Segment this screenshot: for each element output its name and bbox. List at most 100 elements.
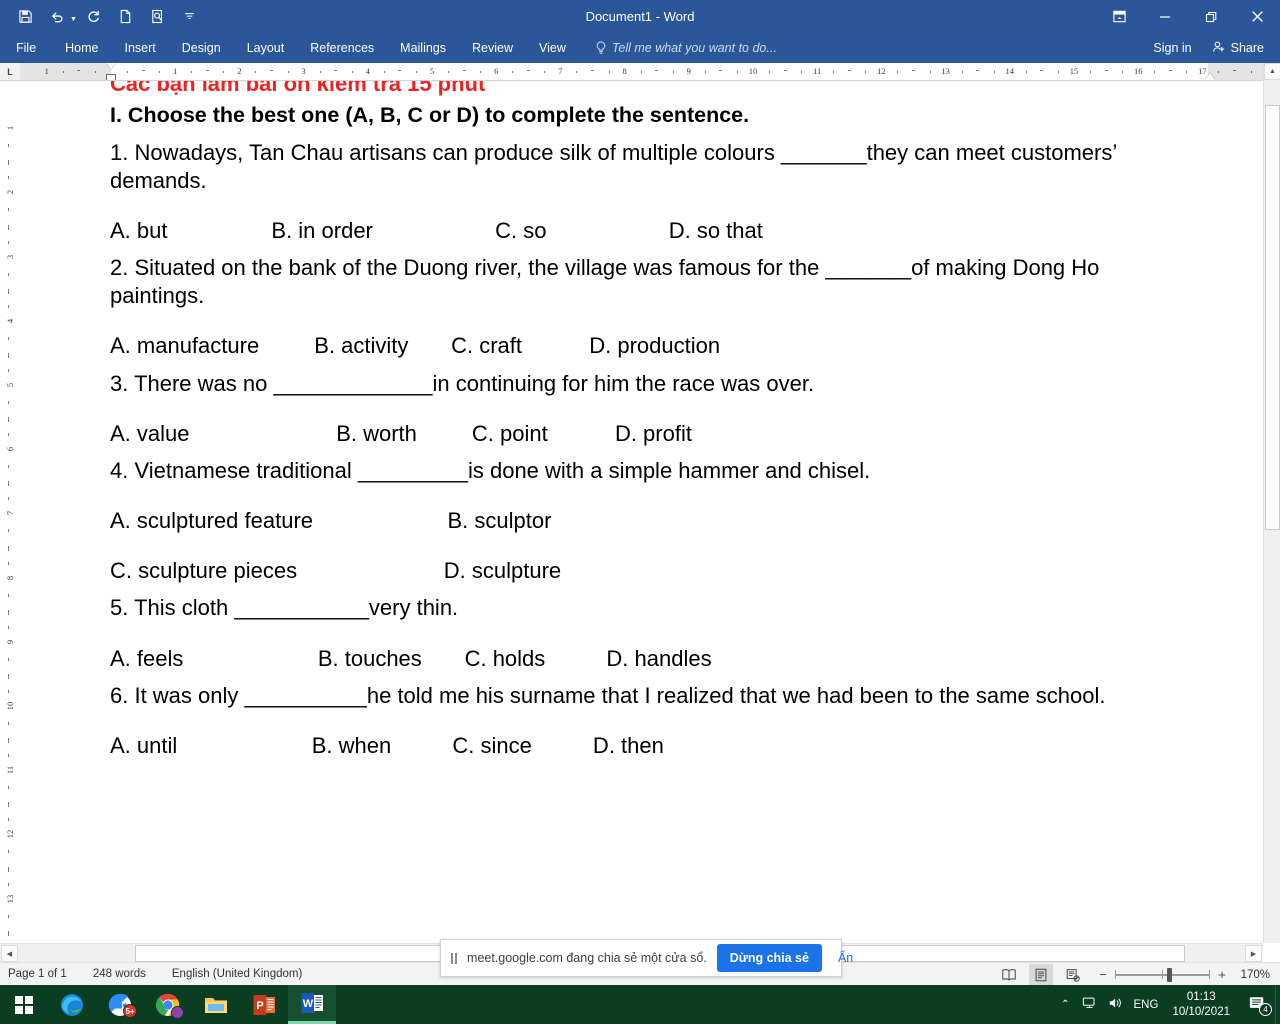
show-desktop-button[interactable]	[1275, 985, 1280, 1024]
stop-sharing-button[interactable]: Dừng chia sẻ	[716, 944, 822, 972]
taskbar-chrome[interactable]	[144, 985, 192, 1024]
right-indent-marker[interactable]	[1205, 73, 1215, 80]
undo-icon[interactable]	[42, 4, 72, 30]
status-bar-right: − + 170%	[997, 963, 1274, 986]
question-3-text: 3. There was no _____________in continui…	[110, 370, 815, 396]
word-window: ▼ Document1 - Word File Home Insert Desi…	[0, 0, 1280, 1024]
scroll-right-icon[interactable]: ▶	[1245, 945, 1262, 962]
undo-dropdown-icon[interactable]: ▼	[70, 16, 77, 23]
window-controls	[1096, 0, 1280, 33]
tab-home[interactable]: Home	[52, 37, 111, 59]
web-layout-icon[interactable]	[1061, 964, 1085, 985]
lightbulb-icon	[595, 41, 607, 55]
tab-references[interactable]: References	[297, 37, 387, 59]
clock[interactable]: 01:13 10/10/2021	[1168, 990, 1234, 1020]
question-6-options: A. until B. when C. since D. then	[110, 732, 664, 758]
svg-text:W: W	[303, 998, 314, 1010]
tab-layout[interactable]: Layout	[234, 37, 298, 59]
vertical-scrollbar[interactable]: ▲	[1263, 63, 1280, 943]
volume-icon[interactable]	[1108, 996, 1124, 1013]
taskbar-file-explorer[interactable]	[192, 985, 240, 1024]
sign-in-button[interactable]: Sign in	[1145, 37, 1199, 59]
language-indicator-tray[interactable]: ENG	[1134, 999, 1159, 1011]
zoom-notification-badge: 5+	[123, 1004, 137, 1018]
notification-count-badge: 4	[1259, 1003, 1272, 1016]
ruler-left-margin	[20, 63, 111, 80]
language-indicator[interactable]: English (United Kingdom)	[172, 968, 314, 980]
tab-file[interactable]: File	[0, 37, 52, 59]
question-5-options: A. feels B. touches C. holds D. handles	[110, 645, 712, 671]
show-hidden-icons-icon[interactable]: ⌃	[1059, 999, 1071, 1010]
ruler-right-margin	[1208, 63, 1263, 80]
tab-review[interactable]: Review	[459, 37, 526, 59]
hide-notification-link[interactable]: Ẩn	[832, 951, 859, 965]
read-mode-icon[interactable]	[997, 964, 1021, 985]
page-indicator[interactable]: Page 1 of 1	[8, 968, 79, 980]
pause-icon[interactable]	[451, 952, 457, 964]
print-layout-icon[interactable]	[1029, 964, 1053, 985]
scroll-left-icon[interactable]: ◀	[1, 945, 18, 962]
svg-text:P: P	[256, 1000, 263, 1012]
chrome-incognito-badge-icon	[171, 1006, 184, 1019]
zoom-thumb[interactable]	[1167, 967, 1172, 982]
print-preview-icon[interactable]	[143, 4, 173, 30]
question-1-text: 1. Nowadays, Tan Chau artisans can produ…	[110, 139, 1117, 193]
share-person-icon	[1212, 40, 1226, 57]
save-icon[interactable]	[10, 4, 40, 30]
notification-center-icon[interactable]: 4	[1244, 995, 1274, 1016]
document-page[interactable]: Các bạn làm bài ôn kiểm tra 15 phút I. C…	[20, 81, 1263, 943]
first-line-indent-marker[interactable]	[106, 63, 116, 69]
document-section-heading: I. Choose the best one (A, B, C or D) to…	[110, 103, 750, 128]
left-indent-marker[interactable]	[106, 74, 116, 80]
document-title-line: Các bạn làm bài ôn kiểm tra 15 phút	[110, 81, 486, 96]
new-document-icon[interactable]	[111, 4, 141, 30]
vertical-ruler[interactable]: 1 2 3 4 5 6 7 8 9 10 11 12 13	[0, 81, 20, 943]
taskbar-powerpoint[interactable]: P	[240, 985, 288, 1024]
system-tray: ⌃ ENG 01:13 10/10/2021 4	[1059, 985, 1280, 1024]
restore-button[interactable]	[1188, 0, 1234, 33]
zoom-slider[interactable]: − +	[1097, 967, 1228, 982]
ribbon-right-group: Sign in Share	[1145, 33, 1280, 63]
tell-me-box[interactable]: Tell me what you want to do...	[595, 41, 777, 55]
redo-icon[interactable]	[79, 4, 109, 30]
question-1-options: A. but B. in order C. so D. so that	[110, 217, 763, 243]
ribbon-tab-bar: File Home Insert Design Layout Reference…	[0, 33, 1280, 63]
vertical-scroll-thumb[interactable]	[1265, 105, 1280, 530]
document-canvas[interactable]: Các bạn làm bài ôn kiểm tra 15 phút I. C…	[20, 81, 1263, 943]
share-button[interactable]: Share	[1204, 36, 1272, 61]
question-2-options: A. manufacture B. activity C. craft D. p…	[110, 333, 721, 359]
tab-stop-selector[interactable]: L	[0, 63, 20, 80]
zoom-in-button[interactable]: +	[1216, 967, 1228, 982]
customize-quick-access-icon[interactable]	[175, 4, 205, 30]
windows-taskbar: 5+ P W ⌃ ENG 01:13 10/10/2021 4	[0, 985, 1280, 1024]
share-message: meet.google.com đang chia sẻ một cửa sổ.	[467, 951, 707, 965]
start-button[interactable]	[0, 985, 48, 1024]
clock-time: 01:13	[1186, 990, 1216, 1003]
taskbar-edge[interactable]	[48, 985, 96, 1024]
tell-me-label: Tell me what you want to do...	[611, 41, 777, 55]
network-icon[interactable]	[1082, 996, 1098, 1013]
screen-share-notification: meet.google.com đang chia sẻ một cửa sổ.…	[440, 939, 853, 977]
word-count[interactable]: 248 words	[93, 968, 158, 980]
windows-logo-icon	[15, 995, 33, 1014]
close-button[interactable]	[1234, 0, 1280, 33]
ribbon-display-options-icon[interactable]	[1096, 0, 1142, 33]
tab-design[interactable]: Design	[169, 37, 234, 59]
tab-insert[interactable]: Insert	[112, 37, 169, 59]
minimize-button[interactable]	[1142, 0, 1188, 33]
zoom-out-button[interactable]: −	[1097, 967, 1109, 982]
scroll-up-icon[interactable]: ▲	[1264, 63, 1280, 80]
quick-access-toolbar: ▼	[0, 4, 205, 30]
horizontal-ruler[interactable]: L 1 1 2 3 4 5 6 7 8 9 10 11 12 13 14 15 16 17	[0, 63, 1280, 81]
tab-view[interactable]: View	[526, 37, 579, 59]
question-4-text: 4. Vietnamese traditional _________is do…	[110, 457, 871, 483]
question-2-text: 2. Situated on the bank of the Duong riv…	[110, 255, 1100, 309]
taskbar-word[interactable]: W	[288, 985, 336, 1024]
share-label: Share	[1230, 41, 1264, 55]
tab-mailings[interactable]: Mailings	[387, 37, 459, 59]
zoom-track[interactable]	[1115, 967, 1210, 982]
taskbar-zoom[interactable]: 5+	[96, 985, 144, 1024]
horizontal-ruler-track[interactable]: 1 1 2 3 4 5 6 7 8 9 10 11 12 13 14 15 16 17	[20, 63, 1263, 80]
zoom-level-label[interactable]: 170%	[1236, 969, 1274, 981]
ribbon-tabs: File Home Insert Design Layout Reference…	[0, 37, 579, 59]
